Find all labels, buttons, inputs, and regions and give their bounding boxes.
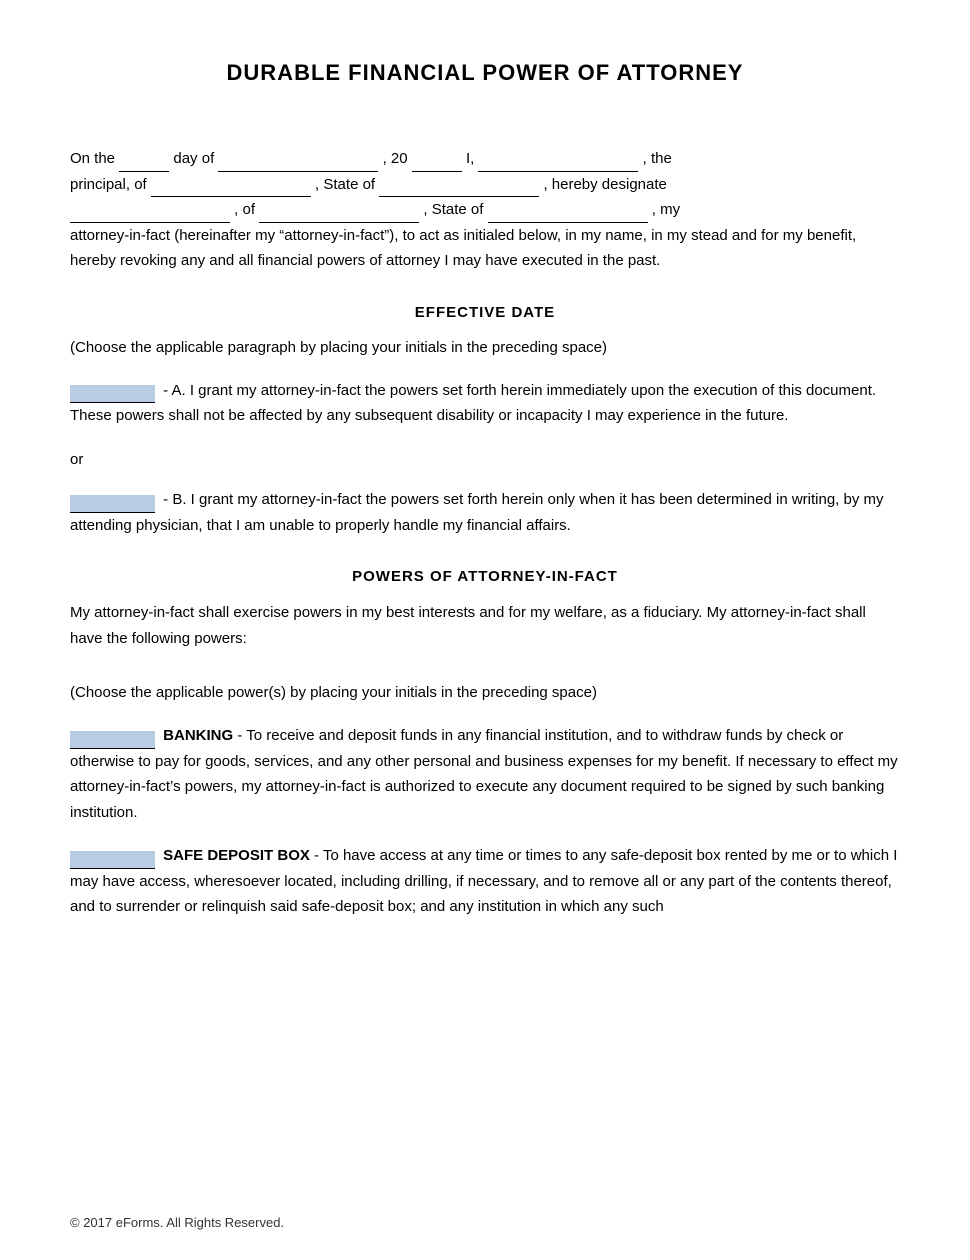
option-b-text: - B. I grant my attorney-in-fact the pow… [70, 491, 884, 534]
hereby-designate-text: , hereby designate [543, 176, 666, 193]
option-a-block: - A. I grant my attorney-in-fact the pow… [70, 378, 900, 429]
effective-date-header: EFFECTIVE DATE [70, 304, 900, 321]
document-title: DURABLE FINANCIAL POWER OF ATTORNEY [70, 60, 900, 86]
state-of-1-text: , State of [315, 176, 379, 193]
designee-field[interactable] [70, 205, 230, 223]
initials-field-banking[interactable] [70, 731, 155, 749]
banking-label: BANKING [163, 727, 233, 744]
intro-paragraph: On the day of , 20 I, , the principal, o… [70, 146, 900, 274]
banking-block: BANKING - To receive and deposit funds i… [70, 723, 900, 825]
day-field[interactable] [119, 154, 169, 172]
of-day-text: day of [173, 150, 218, 167]
designee-address-field[interactable] [259, 205, 419, 223]
powers-intro-text: My attorney-in-fact shall exercise power… [70, 600, 900, 651]
principal-name-field[interactable] [478, 154, 638, 172]
date-field[interactable] [218, 154, 378, 172]
the-principal-text: , the [643, 150, 672, 167]
copyright-text: © 2017 eForms. All Rights Reserved. [70, 1215, 284, 1230]
initials-field-safe-deposit[interactable] [70, 851, 155, 869]
powers-header: POWERS OF ATTORNEY-IN-FACT [70, 568, 900, 585]
i-text: I, [466, 150, 479, 167]
effective-date-choose-note: (Choose the applicable paragraph by plac… [70, 336, 900, 360]
principal-address-field[interactable] [151, 179, 311, 197]
principal-of-text: principal, of [70, 176, 151, 193]
paragraph-2-text: attorney-in-fact (hereinafter my “attorn… [70, 227, 856, 270]
safe-deposit-label: SAFE DEPOSIT BOX [163, 847, 310, 864]
of-text: , of [234, 201, 259, 218]
my-text: , my [652, 201, 680, 218]
document-page: DURABLE FINANCIAL POWER OF ATTORNEY On t… [0, 0, 970, 1260]
footer: © 2017 eForms. All Rights Reserved. [70, 1215, 284, 1230]
state-1-field[interactable] [379, 179, 539, 197]
safe-deposit-block: SAFE DEPOSIT BOX - To have access at any… [70, 843, 900, 920]
on-the-text: On the [70, 150, 115, 167]
state-2-field[interactable] [488, 205, 648, 223]
year-field[interactable] [412, 154, 462, 172]
option-b-block: - B. I grant my attorney-in-fact the pow… [70, 487, 900, 538]
option-a-text: - A. I grant my attorney-in-fact the pow… [70, 382, 876, 425]
initials-field-a[interactable] [70, 385, 155, 403]
state-of-2-text: , State of [423, 201, 487, 218]
year-prefix: , 20 [383, 150, 408, 167]
initials-field-b[interactable] [70, 495, 155, 513]
or-text: or [70, 447, 900, 473]
powers-choose-note: (Choose the applicable power(s) by placi… [70, 681, 900, 705]
